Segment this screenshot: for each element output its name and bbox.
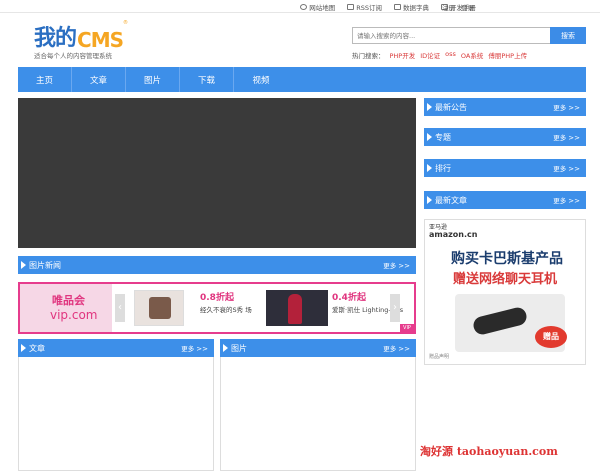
carousel-prev-button[interactable]: ‹ <box>115 294 125 322</box>
articles-panel <box>18 339 214 471</box>
ad-discount: 0.8折起 <box>200 293 234 303</box>
search-button[interactable]: 搜索 <box>550 27 586 44</box>
arrow-right-icon <box>427 133 432 141</box>
vip-logo: 唯品会 vip.com <box>20 284 112 332</box>
double-chevron-icon: >> <box>398 262 410 270</box>
hot-search-label: 热门搜索： <box>352 52 385 60</box>
book-icon <box>394 4 401 10</box>
more-link[interactable]: 更多 >> <box>383 343 410 353</box>
double-chevron-icon: >> <box>196 345 208 353</box>
nav-item-articles[interactable]: 文章 <box>72 67 126 92</box>
section-title: 最新公告 <box>435 102 467 112</box>
vip-name: 唯品会 <box>52 294 85 307</box>
more-label: 更多 <box>553 197 567 205</box>
image-slideshow[interactable] <box>18 98 416 248</box>
product-image[interactable] <box>134 290 184 326</box>
more-link[interactable]: 更多 >> <box>553 163 580 173</box>
more-link[interactable]: 更多 >> <box>553 195 580 205</box>
logo-cn: 我的 <box>34 26 77 51</box>
nav-item-downloads[interactable]: 下载 <box>180 67 234 92</box>
more-link[interactable]: 更多 >> <box>553 102 580 112</box>
double-chevron-icon: >> <box>568 134 580 142</box>
hot-keyword[interactable]: oss <box>445 50 456 60</box>
section-title: 专题 <box>435 132 451 142</box>
more-link[interactable]: 更多 >> <box>181 343 208 353</box>
hot-keyword[interactable]: 傅丽PHP上传 <box>488 50 527 60</box>
nav-item-home[interactable]: 主页 <box>18 67 72 92</box>
arrow-right-icon <box>427 103 432 111</box>
section-title: 排行 <box>435 163 451 173</box>
sitemap-icon <box>300 4 308 10</box>
section-bar-latest-articles: 最新文章 更多 >> <box>424 191 586 209</box>
logo-cms: CMS <box>77 28 124 52</box>
product-image[interactable] <box>266 290 328 326</box>
double-chevron-icon: >> <box>398 345 410 353</box>
register-link[interactable]: 注册 <box>442 2 455 12</box>
logo-registered: ® <box>123 20 128 26</box>
section-bar-latest-notice: 最新公告 更多 >> <box>424 98 586 116</box>
site-tagline: 适合每个人的内容管理系统 <box>34 52 112 60</box>
gift-badge: 赠品 <box>535 326 567 348</box>
double-chevron-icon: >> <box>568 165 580 173</box>
more-link[interactable]: 更多 >> <box>553 132 580 142</box>
section-title: 图片 <box>231 343 247 353</box>
section-title: 文章 <box>29 343 45 353</box>
section-title: 最新文章 <box>435 195 467 205</box>
section-bar-image-news: 图片新闻 更多 >> <box>18 256 416 274</box>
rss-icon <box>347 4 355 10</box>
section-bar-ranking: 排行 更多 >> <box>424 159 586 177</box>
watermark: 淘好源 taohaoyuan.com <box>420 445 558 458</box>
amazon-logo: 亚马逊 amazon.cn <box>429 224 477 239</box>
vip-tag: VIP <box>400 324 414 332</box>
hot-keyword[interactable]: ID论证 <box>420 50 440 60</box>
main-nav: 主页 文章 图片 下载 视频 <box>18 67 586 92</box>
ad-description: 经久不衰的S秀 场 <box>200 306 252 314</box>
arrow-right-icon <box>21 261 26 269</box>
auth-links: 注册 登录 <box>442 2 474 12</box>
nav-item-pictures[interactable]: 图片 <box>126 67 180 92</box>
arrow-right-icon <box>427 196 432 204</box>
section-bar-topics: 专题 更多 >> <box>424 128 586 146</box>
hot-keyword[interactable]: PHP开发 <box>390 50 416 60</box>
search-bar: 搜索 <box>352 27 586 44</box>
amazon-ad[interactable]: 亚马逊 amazon.cn 购买卡巴斯基产品 赠送网络聊天耳机 赠品 赠品声明 <box>424 219 586 365</box>
login-link[interactable]: 登录 <box>461 2 474 12</box>
rss-link[interactable]: RSS订阅 <box>347 2 382 12</box>
ad-subheadline: 赠送网络聊天耳机 <box>453 272 558 287</box>
sitemap-link[interactable]: 网站地图 <box>300 2 335 12</box>
more-label: 更多 <box>383 345 397 353</box>
amazon-brand-en: amazon.cn <box>429 230 478 239</box>
search-input[interactable] <box>352 27 550 44</box>
arrow-right-icon <box>21 344 26 352</box>
more-label: 更多 <box>553 134 567 142</box>
more-link[interactable]: 更多 >> <box>383 260 410 270</box>
more-label: 更多 <box>553 104 567 112</box>
carousel-next-button[interactable]: › <box>390 294 400 322</box>
double-chevron-icon: >> <box>568 197 580 205</box>
more-label: 更多 <box>383 262 397 270</box>
hot-searches: 热门搜索： PHP开发 ID论证 oss OA系统 傅丽PHP上传 <box>352 50 527 60</box>
arrow-right-icon <box>223 344 228 352</box>
double-chevron-icon: >> <box>568 104 580 112</box>
section-bar-articles: 文章 更多 >> <box>18 339 214 357</box>
arrow-right-icon <box>427 164 432 172</box>
vip-ad-banner[interactable]: 唯品会 vip.com ‹ 0.8折起 经久不衰的S秀 场 0.4折起 爱斯·凯… <box>18 282 416 334</box>
top-utility-bar: 网站地图 RSS订阅 数据字典 开发手册 注册 登录 <box>0 0 600 13</box>
vip-domain: vip.com <box>50 308 98 322</box>
pictures-panel <box>220 339 416 471</box>
site-logo[interactable]: 我的 CMS ® <box>34 20 128 52</box>
section-title: 图片新闻 <box>29 260 61 270</box>
more-label: 更多 <box>181 345 195 353</box>
ad-item[interactable]: 0.8折起 经久不衰的S秀 场 <box>200 290 252 315</box>
section-bar-pictures: 图片 更多 >> <box>220 339 416 357</box>
ad-headline: 购买卡巴斯基产品 <box>451 251 563 267</box>
ad-footer: 赠品声明 <box>429 354 450 360</box>
nav-item-videos[interactable]: 视频 <box>234 67 288 92</box>
hot-keyword[interactable]: OA系统 <box>461 50 483 60</box>
dictionary-link[interactable]: 数据字典 <box>394 2 429 12</box>
more-label: 更多 <box>553 165 567 173</box>
